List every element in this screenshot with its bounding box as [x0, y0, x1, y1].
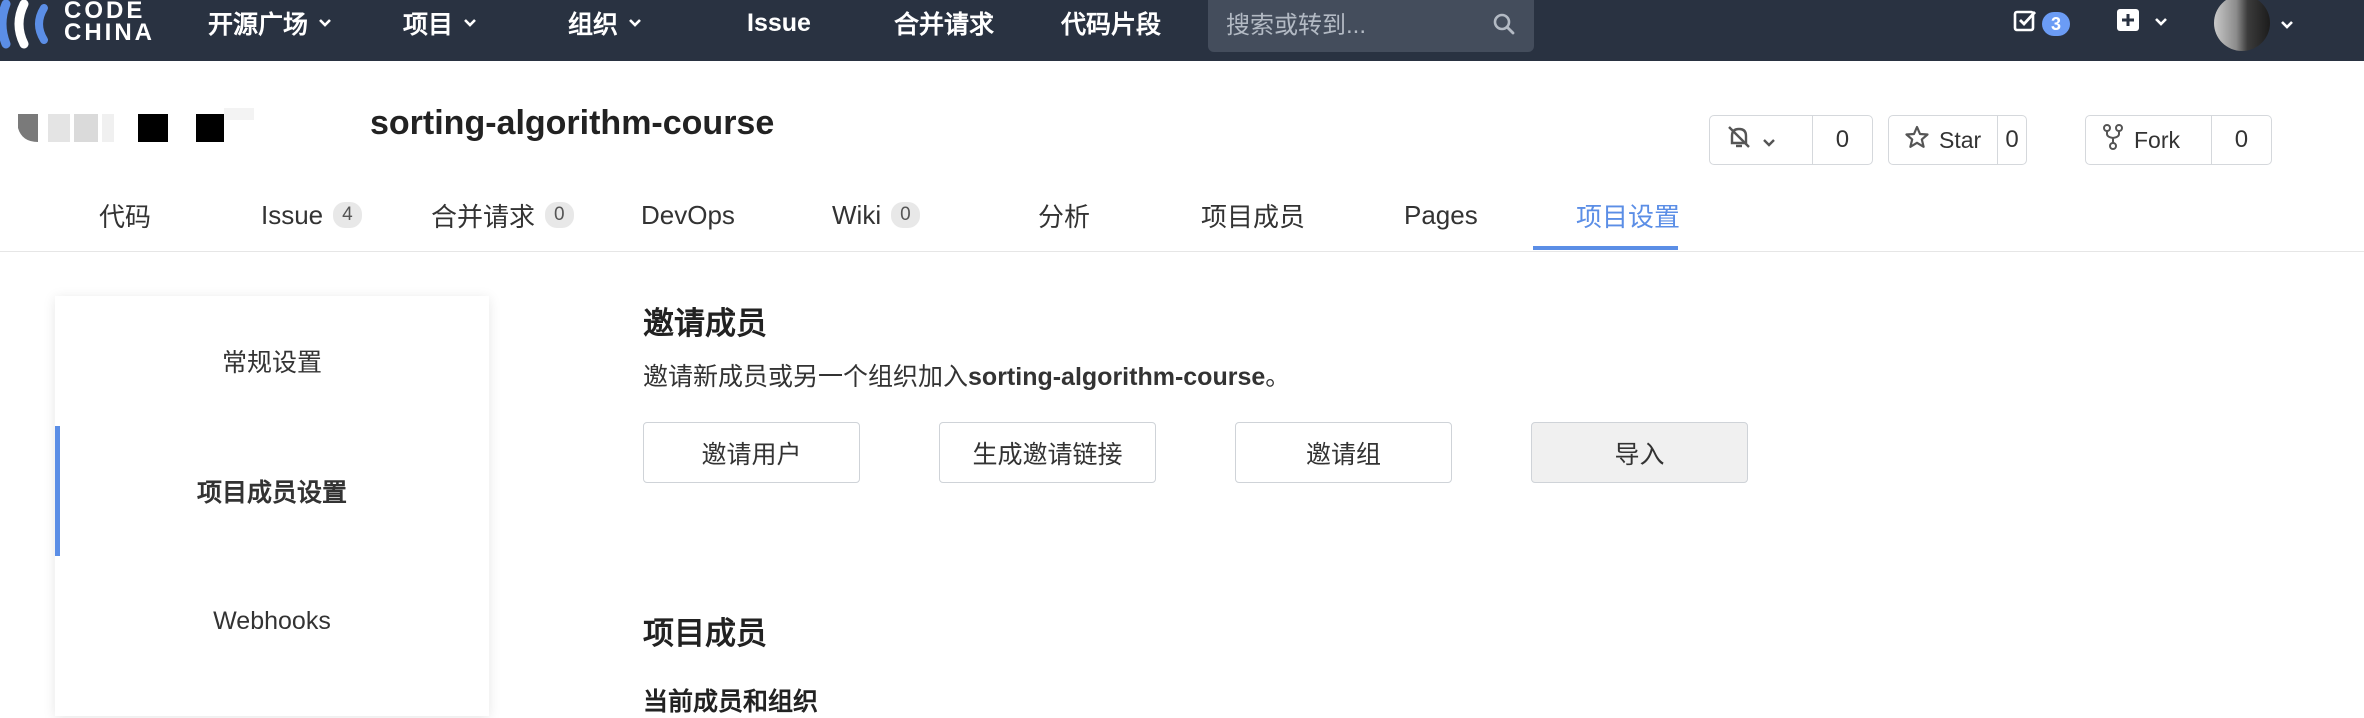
create-new-button[interactable]	[2116, 8, 2168, 37]
repo-tabs: 代码 Issue 4 合并请求 0 DevOps Wiki 0 分析 项目成员 …	[0, 178, 2364, 252]
chevron-down-icon	[2154, 14, 2168, 32]
chevron-down-icon	[2280, 17, 2294, 35]
avatar	[2214, 0, 2270, 51]
top-navbar: CODE CHINA 开源广场 项目 组织 Issue 合并请求 代码片段 搜索…	[0, 0, 2364, 61]
tab-analysis[interactable]: 分析	[1038, 178, 1090, 252]
fork-label: Fork	[2134, 126, 2180, 153]
checkbox-todo-icon	[2012, 8, 2038, 39]
invite-desc-repo: sorting-algorithm-course	[968, 363, 1266, 391]
nav-merge-requests[interactable]: 合并请求	[894, 0, 994, 46]
star-count[interactable]: 0	[1997, 116, 2026, 164]
tab-merge-requests-label: 合并请求	[431, 201, 536, 232]
search-box[interactable]	[1208, 0, 1534, 52]
nav-open-square-label: 开源广场	[208, 11, 309, 39]
invite-group-button[interactable]: 邀请组	[1235, 422, 1452, 483]
bell-off-icon	[1726, 124, 1752, 156]
invite-section-title: 邀请成员	[643, 306, 767, 341]
active-tab-indicator	[1533, 246, 1678, 250]
star-icon	[1905, 125, 1929, 155]
sidebar-item-webhooks-label: Webhooks	[213, 606, 331, 635]
star-button[interactable]: Star	[1889, 116, 1997, 164]
tab-settings-label: 项目设置	[1576, 201, 1681, 232]
import-button[interactable]: 导入	[1531, 422, 1748, 483]
tab-wiki[interactable]: Wiki 0	[832, 178, 920, 252]
nav-merge-requests-label: 合并请求	[894, 11, 995, 39]
invite-desc-suffix: 。	[1265, 363, 1291, 391]
invite-desc-prefix: 邀请新成员或另一个组织加入	[643, 363, 969, 391]
tab-wiki-label: Wiki	[832, 199, 882, 230]
sidebar-item-members-label: 项目成员设置	[196, 479, 347, 507]
tab-wiki-count: 0	[891, 202, 920, 228]
watch-button[interactable]	[1710, 116, 1812, 164]
sidebar-item-general-label: 常规设置	[221, 349, 322, 377]
sidebar-item-members[interactable]: 项目成员设置	[55, 426, 489, 556]
tab-merge-requests-count: 0	[545, 202, 574, 228]
tab-devops-label: DevOps	[641, 199, 735, 230]
fork-count[interactable]: 0	[2210, 116, 2271, 164]
settings-sidebar: 常规设置 项目成员设置 Webhooks	[55, 296, 489, 716]
tab-code[interactable]: 代码	[99, 178, 151, 252]
nav-issue[interactable]: Issue	[747, 0, 811, 46]
tab-pages-label: Pages	[1404, 199, 1478, 230]
invite-description: 邀请新成员或另一个组织加入sorting-algorithm-course。	[643, 357, 1290, 393]
fork-button[interactable]: Fork	[2086, 116, 2211, 164]
fork-group: Fork 0	[2085, 115, 2272, 165]
logo-text: CODE CHINA	[64, 0, 155, 46]
nav-projects-label: 项目	[403, 11, 454, 39]
search-input[interactable]	[1226, 12, 1476, 40]
nav-issue-label: Issue	[747, 8, 811, 37]
tab-analysis-label: 分析	[1038, 201, 1091, 232]
chevron-down-icon	[1762, 127, 1776, 154]
user-menu[interactable]	[2214, 0, 2294, 52]
codechina-logo[interactable]: CODE CHINA	[0, 0, 155, 50]
nav-snippets[interactable]: 代码片段	[1061, 0, 1161, 46]
chevron-down-icon	[318, 18, 332, 28]
project-avatar	[18, 106, 258, 153]
todo-button[interactable]: 3	[2012, 8, 2071, 39]
plus-square-icon	[2116, 8, 2140, 37]
star-label: Star	[1939, 126, 1982, 153]
generate-invite-link-button[interactable]: 生成邀请链接	[939, 422, 1156, 483]
tab-settings[interactable]: 项目设置	[1576, 178, 1680, 252]
repo-title[interactable]: sorting-algorithm-course	[370, 104, 774, 143]
tab-merge-requests[interactable]: 合并请求 0	[431, 178, 574, 252]
tab-devops[interactable]: DevOps	[641, 178, 735, 252]
nav-orgs[interactable]: 组织	[568, 0, 642, 46]
sidebar-item-general[interactable]: 常规设置	[55, 296, 489, 426]
logo-line-2: CHINA	[64, 19, 155, 46]
tab-issue-count: 4	[333, 202, 362, 228]
tab-issue-label: Issue	[261, 199, 324, 230]
nav-open-square[interactable]: 开源广场	[208, 0, 332, 46]
tab-code-label: 代码	[99, 201, 152, 232]
tab-issue[interactable]: Issue 4	[261, 178, 362, 252]
fork-icon	[2102, 124, 2124, 156]
todo-count-badge: 3	[2042, 11, 2071, 36]
nav-orgs-label: 组织	[568, 11, 619, 39]
star-group: Star 0	[1888, 115, 2027, 165]
invite-user-button[interactable]: 邀请用户	[643, 422, 860, 483]
watch-count[interactable]: 0	[1811, 116, 1872, 164]
sidebar-item-webhooks[interactable]: Webhooks	[55, 556, 489, 686]
tab-pages[interactable]: Pages	[1404, 178, 1478, 252]
members-subtitle: 当前成员和组织	[643, 688, 819, 716]
tab-members-label: 项目成员	[1201, 201, 1306, 232]
members-section-title: 项目成员	[643, 616, 767, 651]
nav-snippets-label: 代码片段	[1061, 11, 1162, 39]
search-icon[interactable]	[1492, 12, 1516, 41]
watch-group: 0	[1709, 115, 1873, 165]
tab-members[interactable]: 项目成员	[1201, 178, 1305, 252]
nav-projects[interactable]: 项目	[403, 0, 477, 46]
chevron-down-icon	[463, 18, 477, 28]
chevron-down-icon	[628, 18, 642, 28]
logo-mark-icon	[0, 0, 56, 50]
